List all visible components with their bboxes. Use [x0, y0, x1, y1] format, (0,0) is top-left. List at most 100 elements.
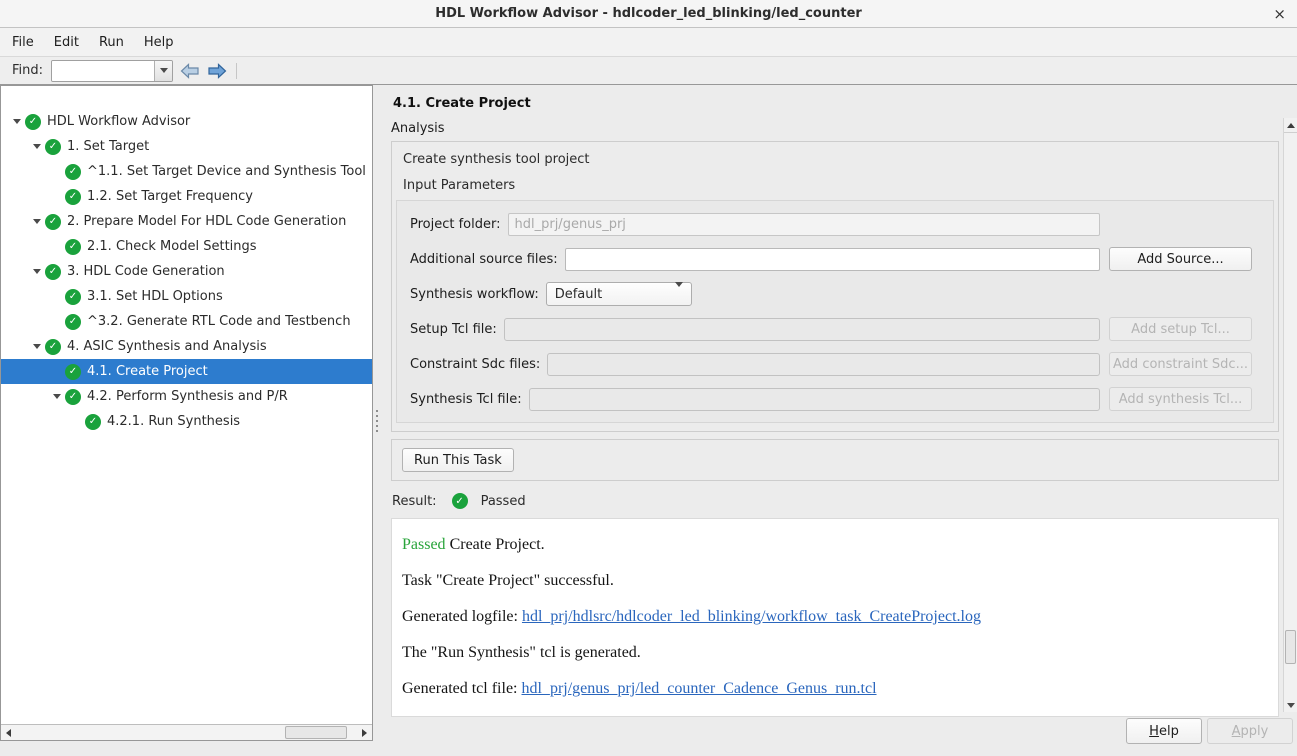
scroll-down-button[interactable]	[1284, 698, 1297, 712]
analysis-label: Analysis	[391, 121, 1279, 136]
tree-item-3-hdl-code-generation[interactable]: ✓3. HDL Code Generation	[1, 259, 372, 284]
tree-item-4-asic-synthesis-and-analysis[interactable]: ✓4. ASIC Synthesis and Analysis	[1, 334, 372, 359]
task-body: Analysis Create synthesis tool project I…	[380, 118, 1283, 712]
splitter-grip-icon	[376, 410, 378, 432]
task-description: Create synthesis tool project	[392, 152, 1278, 167]
close-icon[interactable]: ×	[1273, 0, 1286, 27]
tree-item-2-prepare-model-for-hdl-code-generation[interactable]: ✓2. Prepare Model For HDL Code Generatio…	[1, 209, 372, 234]
menu-item-run[interactable]: Run	[89, 31, 134, 54]
project-folder-label: Project folder:	[410, 217, 501, 232]
report-link[interactable]: hdl_prj/genus_prj/led_counter_Cadence_Ge…	[522, 680, 877, 697]
help-button[interactable]: Help	[1126, 718, 1202, 744]
report-link[interactable]: hdl_prj/hdlsrc/hdlcoder_led_blinking/wor…	[522, 608, 981, 625]
synthesis-tcl-file-label: Synthesis Tcl file:	[410, 392, 522, 407]
scroll-right-button[interactable]	[357, 725, 372, 740]
expander-icon[interactable]	[9, 119, 25, 124]
scrollbar-track[interactable]	[16, 725, 357, 740]
report-text: The "Run Synthesis" tcl is generated.	[402, 644, 641, 661]
scrollbar-thumb[interactable]	[1285, 630, 1296, 664]
expander-icon[interactable]	[29, 344, 45, 349]
findbar: Find:	[0, 57, 1297, 85]
add-source-button[interactable]: Add Source...	[1109, 247, 1252, 271]
passed-check-icon: ✓	[65, 164, 81, 180]
passed-check-icon: ✓	[65, 314, 81, 330]
tree-item-hdl-workflow-advisor[interactable]: ✓HDL Workflow Advisor	[1, 109, 372, 134]
main-area: ✓HDL Workflow Advisor✓1. Set Target✓^1.1…	[0, 85, 1297, 756]
passed-check-icon: ✓	[65, 189, 81, 205]
passed-check-icon: ✓	[65, 239, 81, 255]
find-next-button[interactable]	[207, 63, 227, 79]
arrow-right-icon	[362, 729, 367, 737]
input-parameters-label: Input Parameters	[392, 178, 1278, 193]
input-parameters: Project folder: Additional source files: A…	[396, 200, 1274, 423]
tree-item-4-1-create-project[interactable]: ✓4.1. Create Project	[1, 359, 372, 384]
tree-item-label: 2.1. Check Model Settings	[87, 239, 257, 254]
triangle-down-icon	[33, 269, 41, 274]
passed-check-icon: ✓	[452, 493, 468, 509]
expander-icon[interactable]	[49, 394, 65, 399]
task-panel: 4.1. Create Project Analysis Create synt…	[380, 85, 1297, 756]
synthesis-workflow-select[interactable]: Default	[546, 282, 692, 306]
analysis-groupbox: Create synthesis tool project Input Para…	[391, 141, 1279, 432]
tree-item-label: 4.2.1. Run Synthesis	[107, 414, 240, 429]
param-row-constraint-sdc-files: Constraint Sdc files: Add constraint Sdc.…	[410, 352, 1260, 376]
scrollbar-thumb[interactable]	[285, 726, 347, 739]
tree-item-1-2-set-target-frequency[interactable]: ✓1.2. Set Target Frequency	[1, 184, 372, 209]
expander-icon[interactable]	[29, 144, 45, 149]
content-vertical-scrollbar[interactable]	[1283, 118, 1297, 712]
report-line: Generated tcl file: hdl_prj/genus_prj/le…	[402, 679, 1268, 698]
constraint-sdc-files-label: Constraint Sdc files:	[410, 357, 540, 372]
setup-tcl-file-label: Setup Tcl file:	[410, 322, 497, 337]
triangle-down-icon	[33, 344, 41, 349]
report-text: Generated tcl file:	[402, 680, 522, 697]
constraint-sdc-files-input	[547, 353, 1100, 376]
add-synthesis-tcl-button: Add synthesis Tcl...	[1109, 387, 1252, 411]
param-row-setup-tcl-file: Setup Tcl file:Add setup Tcl...	[410, 317, 1260, 341]
additional-source-files-label: Additional source files:	[410, 252, 558, 267]
additional-source-files-input[interactable]	[565, 248, 1100, 271]
panel-splitter[interactable]	[373, 85, 380, 756]
tree-item-4-2-perform-synthesis-and-p-r[interactable]: ✓4.2. Perform Synthesis and P/R	[1, 384, 372, 409]
scroll-left-button[interactable]	[1, 725, 16, 740]
param-row-synthesis-workflow: Synthesis workflow:Default	[410, 282, 1260, 306]
tree-item-1-1-set-target-device-and-synthesis-tool[interactable]: ✓^1.1. Set Target Device and Synthesis T…	[1, 159, 372, 184]
menu-item-edit[interactable]: Edit	[44, 31, 89, 54]
report-line: Generated logfile: hdl_prj/hdlsrc/hdlcod…	[402, 607, 1268, 626]
find-dropdown-button[interactable]	[154, 61, 172, 81]
tree: ✓HDL Workflow Advisor✓1. Set Target✓^1.1…	[1, 86, 372, 724]
menu-item-file[interactable]: File	[2, 31, 44, 54]
menu-item-help[interactable]: Help	[134, 31, 184, 54]
expander-icon[interactable]	[29, 219, 45, 224]
report-line: Passed Create Project.	[402, 535, 1268, 554]
tree-item-4-2-1-run-synthesis[interactable]: ✓4.2.1. Run Synthesis	[1, 409, 372, 434]
setup-tcl-file-input	[504, 318, 1100, 341]
triangle-down-icon	[13, 119, 21, 124]
workflow-tree-panel: ✓HDL Workflow Advisor✓1. Set Target✓^1.1…	[0, 85, 373, 741]
tree-item-3-1-set-hdl-options[interactable]: ✓3.1. Set HDL Options	[1, 284, 372, 309]
scrollbar-track[interactable]	[1284, 132, 1297, 698]
tree-item-1-set-target[interactable]: ✓1. Set Target	[1, 134, 372, 159]
result-status: Passed	[481, 494, 526, 509]
add-constraint-sdc-button: Add constraint Sdc...	[1109, 352, 1252, 376]
arrow-left-icon	[6, 729, 11, 737]
find-input[interactable]	[52, 61, 154, 81]
tree-horizontal-scrollbar[interactable]	[1, 724, 372, 740]
expander-icon[interactable]	[29, 269, 45, 274]
tree-item-label: HDL Workflow Advisor	[47, 114, 190, 129]
find-label: Find:	[12, 63, 43, 78]
triangle-down-icon	[33, 144, 41, 149]
passed-check-icon: ✓	[65, 289, 81, 305]
apply-button: Apply	[1207, 718, 1293, 744]
arrow-right-icon	[207, 63, 227, 79]
run-this-task-button[interactable]: Run This Task	[402, 448, 514, 472]
task-scroll-area: Analysis Create synthesis tool project I…	[380, 118, 1297, 712]
scroll-up-button[interactable]	[1284, 118, 1297, 132]
tree-item-label: ^3.2. Generate RTL Code and Testbench	[87, 314, 351, 329]
result-line: Result: ✓ Passed	[392, 493, 1279, 509]
tree-item-2-1-check-model-settings[interactable]: ✓ 2.1. Check Model Settings	[1, 234, 372, 259]
passed-check-icon: ✓	[65, 389, 81, 405]
arrow-down-icon	[1287, 703, 1295, 708]
tree-item-3-2-generate-rtl-code-and-testbench[interactable]: ✓ ^3.2. Generate RTL Code and Testbench	[1, 309, 372, 334]
find-previous-button[interactable]	[180, 63, 200, 79]
report: Passed Create Project.Task "Create Proje…	[391, 518, 1279, 717]
